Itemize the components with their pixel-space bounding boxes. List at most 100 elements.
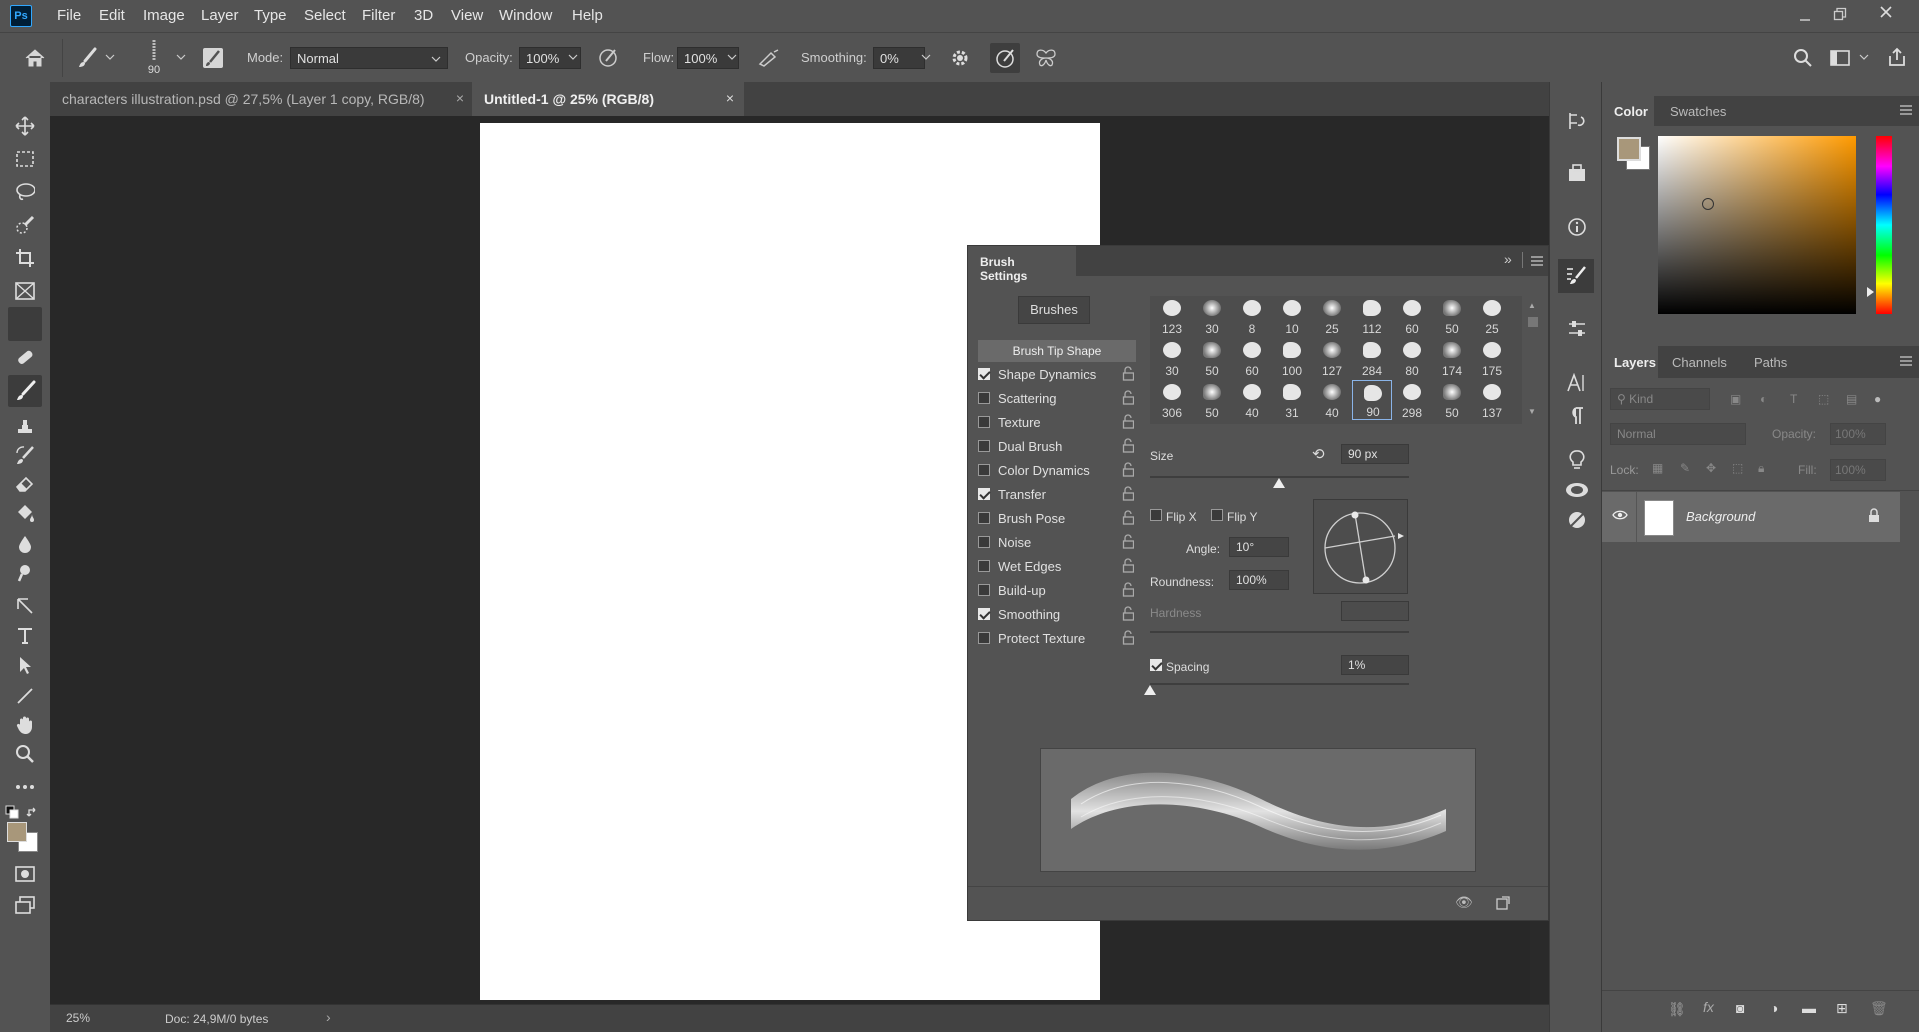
type-tool-icon[interactable] — [15, 625, 35, 645]
lock-icon[interactable] — [1122, 606, 1134, 621]
mode-dropdown[interactable]: Normal — [290, 47, 448, 69]
close-tab-icon[interactable]: × — [456, 90, 464, 106]
lock-icon[interactable] — [1122, 534, 1134, 549]
filter-pixel-icon[interactable]: ▣ — [1730, 392, 1741, 406]
brush-tool-icon-selected[interactable] — [8, 307, 42, 341]
blend-mode-dropdown[interactable]: Normal — [1610, 423, 1746, 445]
brush-tip-preset[interactable]: 123 — [1152, 296, 1192, 336]
brush-tip-preset[interactable]: 10 — [1272, 296, 1312, 336]
home-icon[interactable] — [22, 45, 48, 71]
smoothing-field[interactable]: 0% — [873, 47, 925, 69]
info-icon[interactable] — [1566, 216, 1588, 238]
filter-smart-object-icon[interactable]: ▤ — [1846, 392, 1857, 406]
new-adjustment-layer-icon[interactable]: ◑ — [1770, 1000, 1778, 1016]
layer-style-fx-icon[interactable]: fx — [1703, 999, 1714, 1015]
checkbox[interactable] — [978, 584, 990, 596]
menu-3d[interactable]: 3D — [414, 7, 433, 24]
airbrush-icon[interactable] — [756, 45, 782, 71]
brush-tip-preset[interactable]: 50 — [1432, 296, 1472, 336]
brush-tip-preset[interactable]: 50 — [1432, 380, 1472, 420]
brush-tip-preset[interactable]: 174 — [1432, 338, 1472, 378]
panel-menu-icon[interactable] — [1900, 105, 1912, 115]
panel-menu-icon[interactable] — [1531, 256, 1543, 266]
chevron-up-icon[interactable]: ▲ — [1528, 301, 1538, 311]
pressure-opacity-icon[interactable] — [595, 45, 621, 71]
zoom-tool-icon[interactable] — [15, 744, 35, 764]
tab-untitled-1[interactable]: Untitled-1 @ 25% (RGB/8) × — [472, 82, 744, 116]
screen-mode-icon[interactable] — [15, 895, 35, 915]
pressure-size-icon[interactable] — [990, 43, 1020, 73]
chevron-down-icon[interactable] — [920, 51, 932, 63]
brush-tip-preset[interactable]: 127 — [1312, 338, 1352, 378]
new-layer-icon[interactable]: ⊞ — [1836, 1000, 1848, 1017]
foreground-swatch[interactable] — [1617, 137, 1641, 161]
toggle-live-tip-preview-icon[interactable]: 👁︎ — [1455, 894, 1473, 911]
menu-view[interactable]: View — [451, 7, 483, 24]
brush-tool-icon[interactable] — [8, 375, 42, 407]
tab-channels[interactable]: Channels — [1672, 355, 1727, 370]
tab-swatches[interactable]: Swatches — [1670, 104, 1726, 119]
brush-tip-preset[interactable]: 112 — [1352, 296, 1392, 336]
spacing-slider-handle[interactable] — [1144, 685, 1156, 695]
chevron-down-icon[interactable] — [175, 51, 187, 63]
spacing-field[interactable]: 1% — [1341, 655, 1409, 675]
lock-position-icon[interactable]: ✥ — [1706, 461, 1716, 475]
option-dual-brush[interactable]: Dual Brush — [978, 436, 1134, 458]
brush-settings-toggle-icon[interactable] — [200, 45, 226, 71]
tip-grid-scrollbar[interactable]: ▲ ▼ — [1528, 301, 1538, 419]
eraser-tool-icon[interactable] — [15, 474, 35, 494]
checkbox[interactable] — [978, 440, 990, 452]
chevron-down-icon[interactable] — [726, 51, 738, 63]
marquee-tool-icon[interactable] — [15, 149, 35, 169]
lock-icon[interactable] — [1122, 462, 1134, 477]
brush-tip-preset[interactable]: 60 — [1392, 296, 1432, 336]
brush-tool-preset-icon[interactable] — [74, 45, 100, 71]
restore-icon[interactable] — [1830, 4, 1850, 24]
color-picker-cursor[interactable] — [1702, 198, 1714, 210]
history-brush-tool-icon[interactable] — [15, 445, 35, 465]
tab-paths[interactable]: Paths — [1754, 355, 1787, 370]
brush-settings-title[interactable]: Brush Settings — [968, 246, 1076, 283]
lock-icon[interactable] — [1122, 438, 1134, 453]
clone-stamp-tool-icon[interactable] — [15, 416, 35, 436]
panel-menu-icon[interactable] — [1900, 356, 1912, 366]
brush-tip-preset[interactable]: 40 — [1312, 380, 1352, 420]
checkbox[interactable] — [978, 488, 990, 500]
checkbox[interactable] — [978, 512, 990, 524]
default-colors-icon[interactable] — [5, 805, 19, 819]
dodge-tool-icon[interactable] — [15, 563, 35, 583]
hue-slider[interactable] — [1876, 136, 1892, 314]
checkbox[interactable] — [978, 536, 990, 548]
lock-icon[interactable] — [1122, 582, 1134, 597]
option-build-up[interactable]: Build-up — [978, 580, 1134, 602]
brush-tip-preset[interactable]: 31 — [1272, 380, 1312, 420]
lock-all-icon[interactable]: 🔒︎ — [1758, 461, 1764, 476]
layer-row-background[interactable]: Background — [1602, 492, 1900, 542]
collapse-panel-icon[interactable]: » — [1504, 251, 1512, 267]
menu-select[interactable]: Select — [304, 7, 346, 24]
option-smoothing[interactable]: Smoothing — [978, 604, 1134, 626]
option-noise[interactable]: Noise — [978, 532, 1134, 554]
brush-tip-preset[interactable]: 25 — [1472, 296, 1512, 336]
blur-tool-icon[interactable] — [15, 534, 35, 554]
option-wet-edges[interactable]: Wet Edges — [978, 556, 1134, 578]
chevron-down-icon[interactable]: ▼ — [1528, 407, 1538, 417]
filter-toggle-icon[interactable]: ● — [1874, 392, 1881, 406]
filter-kind-dropdown[interactable]: ⚲ Kind — [1610, 388, 1710, 410]
checkbox[interactable] — [978, 464, 990, 476]
option-texture[interactable]: Texture — [978, 412, 1134, 434]
new-group-folder-icon[interactable]: ▬ — [1802, 1000, 1816, 1016]
brush-tip-preset[interactable]: 100 — [1272, 338, 1312, 378]
quick-selection-tool-icon[interactable] — [15, 215, 35, 235]
lasso-tool-icon[interactable] — [15, 182, 35, 202]
brush-tip-shape-button[interactable]: Brush Tip Shape — [978, 340, 1136, 362]
share-icon[interactable] — [1884, 44, 1910, 70]
menu-file[interactable]: File — [57, 7, 81, 24]
lock-icon[interactable] — [1122, 414, 1134, 429]
create-new-brush-icon[interactable] — [1496, 896, 1510, 910]
more-tools-icon[interactable] — [15, 777, 35, 797]
brush-tip-preset[interactable]: 25 — [1312, 296, 1352, 336]
option-brush-pose[interactable]: Brush Pose — [978, 508, 1134, 530]
brush-tip-preset[interactable]: 284 — [1352, 338, 1392, 378]
brush-tip-preset[interactable]: 50 — [1192, 338, 1232, 378]
